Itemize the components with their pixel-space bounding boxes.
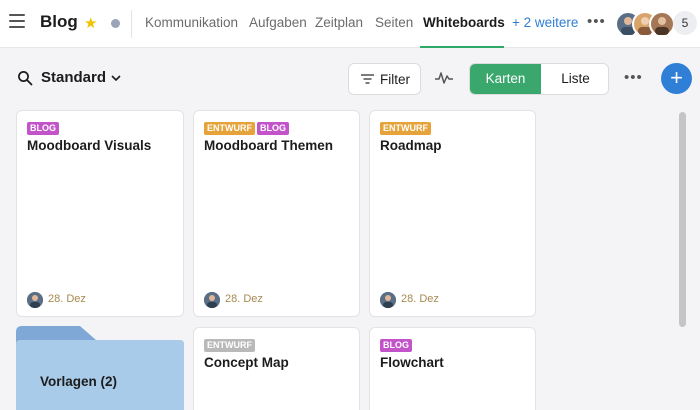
card-title: Flowchart — [380, 355, 444, 370]
status-dot-icon[interactable] — [111, 19, 120, 28]
tab-kommunikation[interactable]: Kommunikation — [145, 15, 238, 30]
tag-badge: ENTWURF — [380, 122, 431, 135]
project-title: Blog — [40, 12, 78, 31]
toggle-list-button[interactable]: Liste — [541, 64, 608, 94]
folder-title: Vorlagen (2) — [40, 374, 118, 389]
header-divider — [131, 10, 132, 38]
active-tab-indicator — [420, 46, 504, 48]
card-date: 28. Dez — [225, 293, 263, 305]
star-icon[interactable]: ★ — [84, 14, 97, 32]
view-selector[interactable]: Standard — [41, 69, 106, 86]
hamburger-icon[interactable] — [9, 14, 25, 30]
card-date: 28. Dez — [48, 293, 86, 305]
card-tags: BLOG — [27, 122, 61, 135]
tab-seiten[interactable]: Seiten — [375, 15, 413, 30]
tag-badge: ENTWURF — [204, 339, 255, 352]
whiteboard-card[interactable]: BLOG Flowchart — [369, 327, 536, 410]
chevron-down-icon[interactable] — [110, 73, 122, 83]
filter-label: Filter — [380, 72, 410, 87]
add-button[interactable]: + — [661, 63, 692, 94]
card-tags: ENTWURF — [204, 339, 257, 352]
filter-button[interactable]: Filter — [348, 63, 421, 95]
whiteboard-card[interactable]: BLOG Moodboard Visuals 28. Dez — [16, 110, 184, 317]
card-tags: ENTWURF BLOG — [204, 122, 291, 135]
whiteboard-card[interactable]: ENTWURF Roadmap 28. Dez — [369, 110, 536, 317]
card-title: Concept Map — [204, 355, 289, 370]
member-count-badge[interactable]: 5 — [673, 11, 697, 35]
view-toggle: Karten Liste — [469, 63, 609, 95]
avatar — [27, 292, 43, 308]
activity-icon[interactable] — [435, 70, 453, 86]
card-title: Moodboard Themen — [204, 138, 333, 153]
top-bar: Blog ★ Kommunikation Aufgaben Zeitplan S… — [0, 0, 700, 48]
card-date: 28. Dez — [401, 293, 439, 305]
more-dots-icon[interactable]: ••• — [587, 13, 606, 30]
scrollbar[interactable] — [679, 112, 686, 327]
tag-badge: BLOG — [257, 122, 289, 135]
card-tags: BLOG — [380, 339, 414, 352]
avatar — [204, 292, 220, 308]
tab-whiteboards[interactable]: Whiteboards — [423, 15, 505, 30]
whiteboard-card[interactable]: ENTWURF BLOG Moodboard Themen 28. Dez — [193, 110, 360, 317]
folder-icon — [16, 326, 184, 410]
whiteboard-card[interactable]: ENTWURF Concept Map — [193, 327, 360, 410]
tag-badge: BLOG — [380, 339, 412, 352]
search-icon[interactable] — [17, 70, 33, 86]
toggle-cards-button[interactable]: Karten — [470, 64, 541, 94]
templates-folder[interactable]: Vorlagen (2) — [16, 326, 184, 410]
card-title: Moodboard Visuals — [27, 138, 152, 153]
tab-aufgaben[interactable]: Aufgaben — [249, 15, 307, 30]
tab-more-link[interactable]: + 2 weitere — [512, 15, 578, 30]
avatar — [380, 292, 396, 308]
tag-badge: ENTWURF — [204, 122, 255, 135]
filter-icon — [361, 74, 374, 84]
card-tags: ENTWURF — [380, 122, 433, 135]
card-title: Roadmap — [380, 138, 442, 153]
tag-badge: BLOG — [27, 122, 59, 135]
tab-zeitplan[interactable]: Zeitplan — [315, 15, 363, 30]
more-options-icon[interactable]: ••• — [624, 69, 643, 86]
avatar — [649, 11, 675, 37]
